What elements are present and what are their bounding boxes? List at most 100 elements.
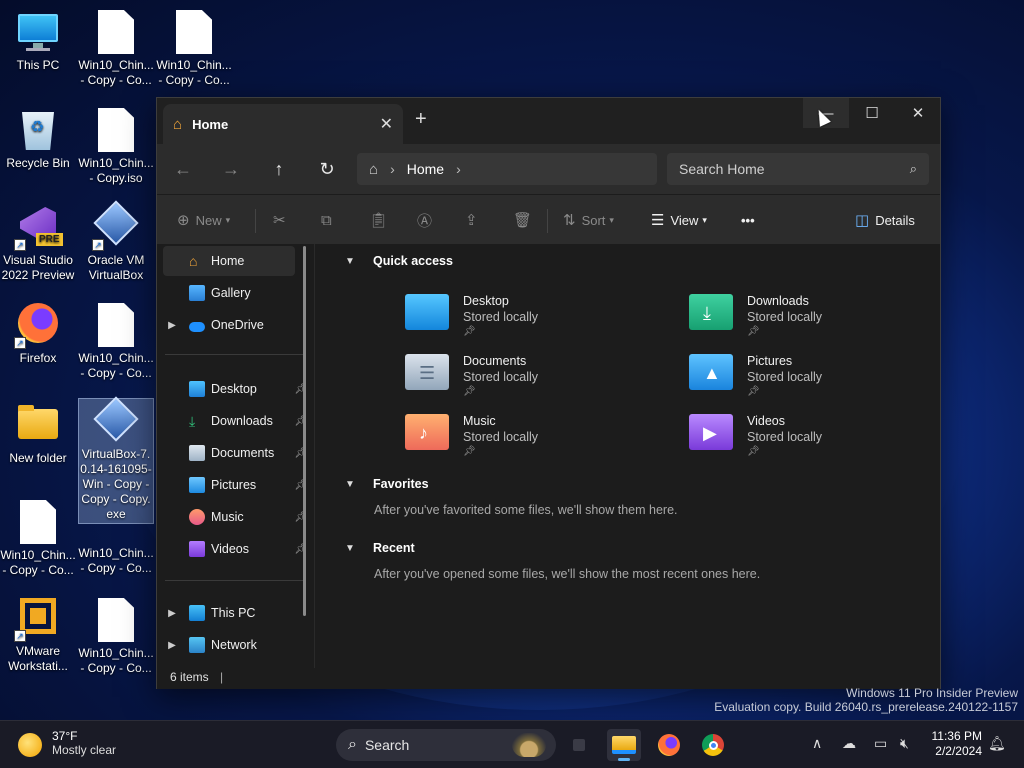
speaker-muted-icon[interactable]: 🔇︎: [900, 735, 909, 752]
computer-icon: [189, 605, 205, 621]
sidebar-item-home[interactable]: ⌂ Home: [163, 246, 295, 276]
details-button[interactable]: ◫ Details: [855, 209, 915, 231]
quick-access-music[interactable]: ♪ Music Stored locally 📌︎: [405, 414, 645, 468]
desktop-icon-visual-studio[interactable]: PRE ↗ Visual Studio 2022 Preview: [0, 205, 76, 283]
close-window-button[interactable]: ✕: [895, 98, 941, 128]
desktop-icon-file[interactable]: Win10_Chin... - Copy - Co...: [78, 303, 154, 381]
refresh-icon[interactable]: ↻: [315, 157, 339, 181]
taskbar-firefox[interactable]: [652, 729, 686, 761]
sort-button[interactable]: ⇅ Sort ▾: [563, 209, 614, 231]
pin-icon: 📌︎: [747, 386, 760, 397]
back-arrow-icon[interactable]: ←: [171, 157, 195, 181]
search-placeholder: Search Home: [679, 161, 765, 177]
sidebar-item-network[interactable]: ▶ Network: [163, 630, 295, 660]
share-button[interactable]: ⇪: [465, 209, 484, 231]
sidebar-item-gallery[interactable]: Gallery: [163, 278, 295, 308]
file-explorer-window[interactable]: ⌂ Home ✕ + — ☐ ✕ ← → ↑ ↻ ⌂ › Home › Sear…: [156, 97, 941, 689]
breadcrumb-home[interactable]: Home: [407, 161, 444, 177]
folder-name: Desktop: [463, 294, 509, 308]
task-view-button[interactable]: [562, 729, 596, 761]
chevron-right-icon[interactable]: ▶: [163, 640, 181, 651]
network-disconnected-icon[interactable]: ☁: [842, 735, 856, 752]
desktop-icon-label: Win10_Chin... - Copy.iso: [78, 156, 154, 185]
cut-button[interactable]: ✂: [273, 209, 292, 231]
paste-button[interactable]: 📋︎: [369, 209, 394, 231]
desktop-icon-recycle-bin[interactable]: ♻ Recycle Bin: [0, 108, 76, 171]
firefox-icon: [658, 734, 680, 756]
desktop-icon-new-folder[interactable]: New folder: [0, 403, 76, 466]
search-input[interactable]: Search Home ⌕: [667, 153, 929, 185]
desktop-icon-firefox[interactable]: ↗ Firefox: [0, 303, 76, 366]
desktop-icon-file[interactable]: Win10_Chin... - Copy - Co...: [78, 10, 154, 88]
rename-icon: Ⓐ: [417, 212, 433, 230]
sidebar-item-downloads[interactable]: ⤓ Downloads 📌︎: [163, 406, 307, 436]
sidebar-item-label: This PC: [211, 606, 256, 620]
home-icon: ⌂: [173, 115, 183, 133]
sidebar-item-documents[interactable]: Documents 📌︎: [163, 438, 307, 468]
show-hidden-icons-chevron-icon[interactable]: ∧: [812, 735, 822, 752]
weather-widget[interactable]: 37°F Mostly clear: [18, 729, 116, 757]
gallery-icon: [189, 285, 205, 301]
sidebar-item-desktop[interactable]: Desktop 📌︎: [163, 374, 307, 404]
share-icon: ⇪: [465, 212, 478, 229]
clock-date: 2/2/2024: [935, 744, 982, 758]
delete-button[interactable]: 🗑︎: [513, 209, 538, 231]
rename-button[interactable]: Ⓐ: [417, 209, 438, 231]
sidebar-item-pictures[interactable]: Pictures 📌︎: [163, 470, 307, 500]
document-icon: [20, 500, 56, 544]
desktop-icon-label: Win10_Chin... - Copy - Co...: [78, 58, 154, 87]
sidebar-item-this-pc[interactable]: ▶ This PC: [163, 598, 295, 628]
chevron-right-icon[interactable]: ▶: [163, 320, 181, 331]
desktop-icon-this-pc[interactable]: This PC: [0, 10, 76, 73]
view-button[interactable]: ☰ View ▾: [651, 209, 707, 231]
chevron-down-icon: ▼: [345, 542, 355, 554]
desktop-icon-file[interactable]: Win10_Chin... - Copy - Co...: [156, 10, 232, 88]
breadcrumb-chevron-icon[interactable]: ›: [456, 161, 461, 177]
desktop-icon-vmware[interactable]: ↗ VMware Workstati...: [0, 596, 76, 674]
pictures-icon: [189, 477, 205, 493]
chevron-right-icon[interactable]: ▶: [163, 608, 181, 619]
tab-home[interactable]: ⌂ Home ✕: [163, 104, 403, 144]
new-tab-button[interactable]: +: [415, 108, 427, 131]
weather-description: Mostly clear: [52, 743, 117, 757]
sidebar-scrollbar[interactable]: [303, 246, 306, 616]
desktop-icon-file[interactable]: Win10_Chin... - Copy - Co...: [78, 598, 154, 676]
trash-icon: 🗑︎: [513, 212, 533, 229]
display-icon[interactable]: ▭: [874, 735, 887, 752]
new-button[interactable]: ⊕ New ▾: [177, 209, 230, 231]
chrome-icon: [702, 734, 724, 756]
recycle-bin-icon: ♻: [16, 108, 60, 152]
clock[interactable]: 11:36 PM 2/2/2024: [928, 729, 982, 759]
desktop-icon-file[interactable]: Win10_Chin... - Copy - Co...: [78, 526, 154, 576]
shortcut-arrow-icon: ↗: [14, 239, 26, 251]
notification-bell-icon[interactable]: 🔔︎: [988, 735, 1006, 752]
taskbar-file-explorer[interactable]: [607, 729, 641, 761]
view-list-icon: ☰: [651, 212, 665, 229]
quick-access-desktop[interactable]: Desktop Stored locally 📌︎: [405, 294, 645, 348]
taskbar-chrome[interactable]: [696, 729, 730, 761]
copy-button[interactable]: ⧉: [321, 209, 338, 231]
folder-name: Music: [463, 414, 496, 428]
active-indicator: [618, 758, 630, 761]
desktop-icon-virtualbox-exe[interactable]: VirtualBox-7.0.14-161095-Win - Copy - Co…: [78, 396, 154, 524]
quick-access-pictures[interactable]: ▲ Pictures Stored locally 📌︎: [689, 354, 929, 408]
desktop-icon-virtualbox[interactable]: ↗ Oracle VM VirtualBox: [78, 200, 154, 283]
desktop-icon-file[interactable]: Win10_Chin... - Copy - Co...: [0, 500, 76, 578]
desktop-icon-iso[interactable]: Win10_Chin... - Copy.iso: [78, 108, 154, 186]
quick-access-header[interactable]: ▼ Quick access: [345, 254, 453, 268]
quick-access-downloads[interactable]: ⤓ Downloads Stored locally 📌︎: [689, 294, 929, 348]
sidebar-item-onedrive[interactable]: ▶ OneDrive: [163, 310, 295, 340]
sidebar-item-videos[interactable]: Videos 📌︎: [163, 534, 307, 564]
quick-access-videos[interactable]: ▶ Videos Stored locally 📌︎: [689, 414, 929, 468]
maximize-button[interactable]: ☐: [849, 98, 895, 128]
address-bar[interactable]: ⌂ › Home ›: [357, 153, 657, 185]
quick-access-documents[interactable]: ☰ Documents Stored locally 📌︎: [405, 354, 645, 408]
taskbar-search[interactable]: ⌕ Search: [336, 729, 556, 761]
forward-arrow-icon[interactable]: →: [219, 157, 243, 181]
up-arrow-icon[interactable]: ↑: [267, 157, 291, 181]
favorites-header[interactable]: ▼ Favorites: [345, 477, 429, 491]
close-tab-icon[interactable]: ✕: [380, 114, 393, 134]
sidebar-item-music[interactable]: Music 📌︎: [163, 502, 307, 532]
recent-header[interactable]: ▼ Recent: [345, 541, 415, 555]
more-options-button[interactable]: •••: [741, 209, 755, 231]
